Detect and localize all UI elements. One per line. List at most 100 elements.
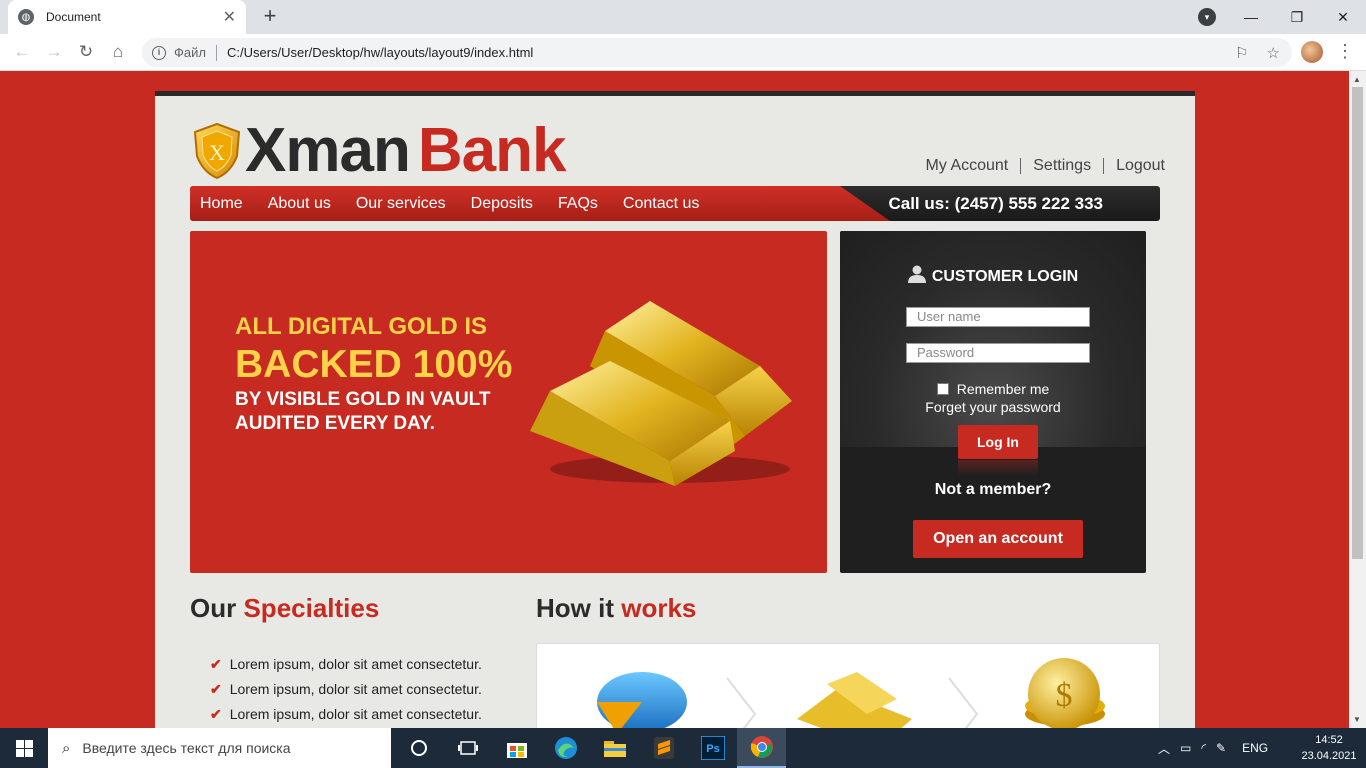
edge-icon[interactable] bbox=[541, 728, 590, 768]
store-icon[interactable] bbox=[492, 728, 541, 768]
user-icon bbox=[907, 265, 926, 283]
list-item: ✔ Lorem ipsum, dolor sit amet consectetur… bbox=[210, 656, 482, 672]
chevron-up-icon[interactable]: ︿ bbox=[1158, 740, 1170, 757]
open-account-button[interactable]: Open an account bbox=[913, 520, 1083, 558]
hero-line-2: BACKED 100% bbox=[235, 343, 513, 386]
task-view-icon[interactable] bbox=[443, 728, 492, 768]
scroll-up-icon[interactable]: ▲ bbox=[1353, 75, 1361, 84]
nav-contact-us[interactable]: Contact us bbox=[623, 195, 699, 213]
logo-text-bank: Bank bbox=[417, 116, 567, 185]
specialties-heading: Our Specialties bbox=[190, 593, 380, 623]
browser-tab[interactable]: ◍ Document ✕ bbox=[8, 0, 246, 34]
specialties-list: ✔ Lorem ipsum, dolor sit amet consectetur… bbox=[210, 652, 482, 727]
page-viewport: X Xman Bank My Account Settings Logout Ho… bbox=[0, 71, 1366, 728]
file-label: Файл bbox=[174, 45, 206, 60]
cortana-icon[interactable] bbox=[394, 728, 443, 768]
pen-icon[interactable]: ✎ bbox=[1216, 741, 1226, 755]
svg-text:Ps: Ps bbox=[706, 743, 719, 755]
scroll-down-icon[interactable]: ▼ bbox=[1353, 715, 1361, 724]
how-it-works-panel: $ bbox=[536, 643, 1160, 728]
scrollbar-thumb[interactable] bbox=[1352, 87, 1363, 559]
site-logo[interactable]: X Xman Bank bbox=[191, 120, 566, 182]
start-button[interactable] bbox=[0, 728, 48, 768]
photoshop-icon[interactable]: Ps bbox=[688, 728, 737, 768]
logo-text-xman: Xman bbox=[245, 116, 411, 185]
main-navigation: Home About us Our services Deposits FAQs… bbox=[190, 186, 1160, 221]
hero-line-3: BY VISIBLE GOLD IN VAULT bbox=[235, 389, 491, 410]
nav-home[interactable]: Home bbox=[200, 195, 243, 213]
hero-banner: ALL DIGITAL GOLD IS BACKED 100% BY VISIB… bbox=[190, 231, 827, 573]
customer-login-panel: CUSTOMER LOGIN User name Password Rememb… bbox=[840, 231, 1146, 573]
minimize-icon[interactable]: — bbox=[1228, 9, 1274, 25]
restore-icon[interactable]: ❐ bbox=[1274, 9, 1320, 26]
taskbar-clock[interactable]: 14:52 23.04.2021 bbox=[1298, 732, 1360, 764]
not-member-text: Not a member? bbox=[934, 481, 1052, 498]
gold-coins-icon: $ bbox=[1025, 658, 1105, 728]
checkmark-icon: ✔ bbox=[210, 656, 222, 672]
svg-text:$: $ bbox=[1056, 677, 1073, 714]
globe-icon: ◍ bbox=[18, 9, 34, 25]
browser-toolbar: ← → ↻ ⌂ i Файл C:/Users/User/Desktop/hw/… bbox=[0, 34, 1366, 71]
windows-taskbar: ⌕ Введите здесь текст для поиска Ps ︿ ▭ … bbox=[0, 728, 1366, 768]
checkmark-icon: ✔ bbox=[210, 706, 222, 722]
nav-deposits[interactable]: Deposits bbox=[471, 195, 533, 213]
browser-tab-bar: ◍ Document ✕ + ▾ — ❐ ✕ bbox=[0, 0, 1366, 34]
translate-icon[interactable]: ⚐ bbox=[1235, 44, 1248, 62]
gold-bars-icon bbox=[797, 672, 912, 728]
taskbar-search[interactable]: ⌕ Введите здесь текст для поиска bbox=[48, 728, 391, 768]
taskbar-search-placeholder: Введите здесь текст для поиска bbox=[82, 740, 291, 756]
language-indicator[interactable]: ENG bbox=[1242, 741, 1268, 755]
close-tab-icon[interactable]: ✕ bbox=[223, 7, 236, 27]
nav-about-us[interactable]: About us bbox=[268, 195, 331, 213]
nav-faqs[interactable]: FAQs bbox=[558, 195, 598, 213]
info-icon[interactable]: i bbox=[152, 45, 166, 60]
url-text[interactable]: C:/Users/User/Desktop/hw/layouts/layout9… bbox=[227, 45, 533, 60]
window-controls: — ❐ ✕ bbox=[1228, 0, 1366, 34]
windows-logo-icon bbox=[15, 739, 33, 757]
home-icon[interactable]: ⌂ bbox=[102, 42, 134, 62]
how-it-works-heading: How it works bbox=[536, 593, 697, 623]
settings-link[interactable]: Settings bbox=[1021, 158, 1105, 174]
pie-chart-icon bbox=[597, 672, 687, 728]
tab-search-icon[interactable]: ▾ bbox=[1198, 8, 1216, 26]
battery-icon[interactable]: ▭ bbox=[1180, 741, 1191, 755]
call-us-phone: Call us: (2457) 555 222 333 bbox=[888, 194, 1103, 213]
bookmark-star-icon[interactable]: ☆ bbox=[1267, 44, 1280, 62]
remember-me-label: Remember me bbox=[956, 381, 1050, 397]
clock-date: 23.04.2021 bbox=[1301, 750, 1357, 762]
system-tray: ︿ ▭ ◜ ✎ ENG bbox=[1158, 728, 1268, 768]
hero-line-1: ALL DIGITAL GOLD IS bbox=[235, 313, 487, 340]
arrow-divider bbox=[948, 677, 979, 728]
login-title: CUSTOMER LOGIN bbox=[931, 268, 1079, 285]
profile-avatar[interactable] bbox=[1301, 41, 1323, 63]
account-links: My Account Settings Logout bbox=[914, 158, 1165, 174]
log-in-button[interactable]: Log In bbox=[958, 425, 1038, 459]
search-icon: ⌕ bbox=[62, 739, 71, 757]
page-scrollbar[interactable]: ▲ ▼ bbox=[1349, 71, 1366, 728]
close-window-icon[interactable]: ✕ bbox=[1320, 9, 1366, 26]
list-item: ✔ Lorem ipsum, dolor sit amet consectetur… bbox=[210, 681, 482, 697]
file-explorer-icon[interactable] bbox=[590, 728, 639, 768]
nav-our-services[interactable]: Our services bbox=[356, 195, 446, 213]
remember-me-checkbox[interactable] bbox=[936, 383, 949, 395]
sublime-text-icon[interactable] bbox=[639, 728, 688, 768]
logout-link[interactable]: Logout bbox=[1104, 158, 1165, 174]
password-input[interactable]: Password bbox=[906, 343, 1090, 363]
chrome-icon[interactable] bbox=[737, 728, 786, 768]
list-item: ✔ Lorem ipsum, dolor sit amet consectetur… bbox=[210, 706, 482, 722]
site-container: X Xman Bank My Account Settings Logout Ho… bbox=[155, 91, 1195, 728]
reload-icon[interactable]: ↻ bbox=[70, 42, 102, 62]
hero-line-4: AUDITED EVERY DAY. bbox=[235, 413, 435, 434]
back-icon[interactable]: ← bbox=[6, 42, 38, 62]
gold-bars-image bbox=[530, 301, 792, 486]
menu-kebab-icon[interactable]: ⋮ bbox=[1336, 42, 1354, 60]
wifi-icon[interactable]: ◜ bbox=[1201, 741, 1206, 755]
new-tab-button[interactable]: + bbox=[258, 4, 282, 28]
forgot-password-link[interactable]: Forget your password bbox=[840, 399, 1146, 415]
checkmark-icon: ✔ bbox=[210, 681, 222, 697]
tab-title: Document bbox=[46, 10, 101, 24]
my-account-link[interactable]: My Account bbox=[914, 158, 1022, 174]
address-bar[interactable]: i Файл C:/Users/User/Desktop/hw/layouts/… bbox=[142, 38, 1292, 67]
forward-icon[interactable]: → bbox=[38, 42, 70, 62]
username-input[interactable]: User name bbox=[906, 307, 1090, 327]
